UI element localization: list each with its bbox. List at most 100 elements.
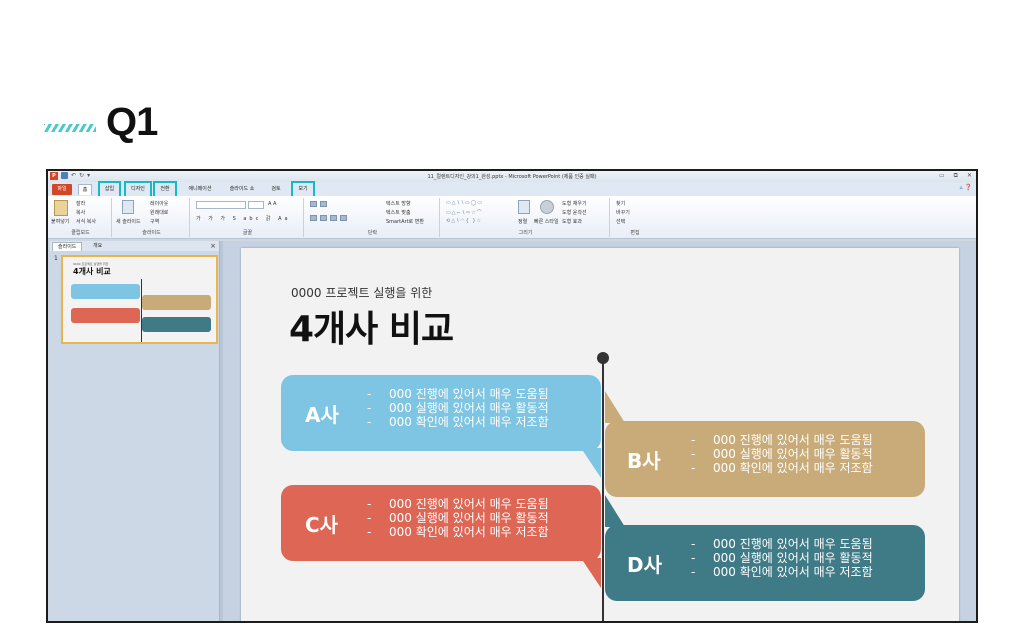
slide-canvas[interactable]: 0000 프로젝트 실행을 위한 4개사 비교 A사 000 진행에 있어서 매… xyxy=(241,248,959,621)
stripe-decoration xyxy=(44,123,96,132)
card-d-item: 000 진행에 있어서 매우 도움됨 xyxy=(691,537,873,551)
numbering-icon[interactable] xyxy=(320,201,327,207)
tab-animations[interactable]: 애니메이션 xyxy=(182,184,218,195)
card-a-item: 000 확인에 있어서 매우 저조함 xyxy=(367,415,549,429)
card-b-item: 000 실행에 있어서 매우 활동적 xyxy=(691,447,873,461)
paragraph-group-label: 단락 xyxy=(367,230,378,236)
drawing-group: ▭△∖∖▭◯▭ ▭△⌐∖⇨☆⌒ ⟲△∖◠{ }☆ 정렬 빠른 스타일 도형 채우… xyxy=(442,198,610,237)
card-a-name: A사 xyxy=(305,403,339,427)
tab-file[interactable]: 파일 xyxy=(52,184,72,195)
tab-home[interactable]: 홈 xyxy=(78,184,92,195)
thumb-card-d xyxy=(142,317,211,332)
card-b-item: 000 진행에 있어서 매우 도움됨 xyxy=(691,433,873,447)
minimize-button[interactable]: ▭ xyxy=(939,172,945,180)
tab-design[interactable]: 디자인 xyxy=(124,181,152,198)
card-c-list: 000 진행에 있어서 매우 도움됨 000 실행에 있어서 매우 활동적 00… xyxy=(367,497,549,539)
ribbon: 붙여넣기 잘라 복사 서식 복사 클립보드 새 슬라이드 레이아웃 원래대로 구… xyxy=(48,196,976,239)
card-a-tail xyxy=(581,448,601,478)
font-style-buttons[interactable]: 가 가 가 S abc 갉 Aa xyxy=(196,215,291,222)
paragraph-group: 텍스트 방향 텍스트 맞춤 SmartArt로 변환 단락 xyxy=(306,198,440,237)
paste-icon[interactable] xyxy=(54,200,68,216)
card-b[interactable]: B사 000 진행에 있어서 매우 도움됨 000 실행에 있어서 매우 활동적… xyxy=(605,421,925,497)
paste-button[interactable]: 붙여넣기 xyxy=(51,218,69,225)
justify-icon[interactable] xyxy=(340,215,347,221)
shapes-gallery-row2[interactable]: ▭△⌐∖⇨☆⌒ xyxy=(446,209,483,216)
thumb-card-a xyxy=(71,284,140,299)
slide-number: 1 xyxy=(54,255,58,262)
shapes-gallery-row3[interactable]: ⟲△∖◠{ }☆ xyxy=(446,218,482,224)
smartart-button[interactable]: SmartArt로 변환 xyxy=(386,218,424,225)
format-painter-button[interactable]: 서식 복사 xyxy=(76,218,96,225)
slides-pane: 슬라이드 개요 × 1 0000 프로젝트 실행을 위한 4개사 비교 xyxy=(50,241,220,621)
quick-styles-icon[interactable] xyxy=(540,200,554,214)
new-slide-button[interactable]: 새 슬라이드 xyxy=(116,218,141,225)
new-slide-icon[interactable] xyxy=(122,200,134,214)
section-button[interactable]: 구역 xyxy=(150,218,159,225)
slides-group-label: 슬라이드 xyxy=(142,230,161,236)
card-d-item: 000 실행에 있어서 매우 활동적 xyxy=(691,551,873,565)
card-a-list: 000 진행에 있어서 매우 도움됨 000 실행에 있어서 매우 활동적 00… xyxy=(367,387,549,429)
title-bar: P ↶ ↻ ▾ 11_컬렌트디자인_강의1_완성.pptx - Microsof… xyxy=(48,171,976,182)
tab-review[interactable]: 검토 xyxy=(268,184,284,195)
window-title: 11_컬렌트디자인_강의1_완성.pptx - Microsoft PowerP… xyxy=(427,174,597,180)
tab-outline[interactable]: 개요 xyxy=(88,242,107,251)
close-button[interactable]: ✕ xyxy=(967,172,972,180)
clipboard-group: 붙여넣기 잘라 복사 서식 복사 클립보드 xyxy=(50,198,112,237)
thumb-card-c xyxy=(71,308,140,323)
shapes-gallery[interactable]: ▭△∖∖▭◯▭ xyxy=(446,200,483,206)
card-d-list: 000 진행에 있어서 매우 도움됨 000 실행에 있어서 매우 활동적 00… xyxy=(691,537,873,579)
tab-slides[interactable]: 슬라이드 xyxy=(52,242,83,251)
shape-fill-button[interactable]: 도형 채우기 xyxy=(562,200,587,207)
arrange-button[interactable]: 정렬 xyxy=(518,218,527,225)
slides-group: 새 슬라이드 레이아웃 원래대로 구역 슬라이드 xyxy=(114,198,190,237)
card-c-item: 000 실행에 있어서 매우 활동적 xyxy=(367,511,549,525)
card-c-name: C사 xyxy=(305,513,339,537)
card-a[interactable]: A사 000 진행에 있어서 매우 도움됨 000 실행에 있어서 매우 활동적… xyxy=(281,375,601,451)
cut-button[interactable]: 잘라 xyxy=(76,200,85,207)
font-group: A A 가 가 가 S abc 갉 Aa 글꼴 xyxy=(192,198,304,237)
select-button[interactable]: 선택 xyxy=(616,218,625,225)
slide-subtitle[interactable]: 0000 프로젝트 실행을 위한 xyxy=(291,284,432,301)
tab-view[interactable]: 보기 xyxy=(291,181,315,198)
align-center-icon[interactable] xyxy=(320,215,327,221)
font-size-combo[interactable] xyxy=(248,201,264,209)
quick-styles-button[interactable]: 빠른 스타일 xyxy=(534,218,559,225)
shape-outline-button[interactable]: 도형 윤곽선 xyxy=(562,209,587,216)
copy-button[interactable]: 복사 xyxy=(76,209,85,216)
card-d[interactable]: D사 000 진행에 있어서 매우 도움됨 000 실행에 있어서 매우 활동적… xyxy=(605,525,925,601)
card-d-item: 000 확인에 있어서 매우 저조함 xyxy=(691,565,873,579)
ribbon-tabs: 파일 홈 삽입 디자인 전환 애니메이션 슬라이드 쇼 검토 보기 ▵ ❓ xyxy=(48,181,976,198)
font-size-buttons[interactable]: A A xyxy=(268,201,276,207)
card-b-tail xyxy=(605,391,625,423)
pane-close-icon[interactable]: × xyxy=(210,241,216,251)
align-right-icon[interactable] xyxy=(330,215,337,221)
tab-insert[interactable]: 삽입 xyxy=(98,181,121,198)
text-direction-button[interactable]: 텍스트 방향 xyxy=(386,200,411,207)
restore-button[interactable]: ⧉ xyxy=(954,172,958,180)
slide-title[interactable]: 4개사 비교 xyxy=(289,300,454,352)
drawing-group-label: 그리기 xyxy=(518,230,533,236)
bullets-icon[interactable] xyxy=(310,201,317,207)
slide-thumbnail[interactable]: 0000 프로젝트 실행을 위한 4개사 비교 xyxy=(61,255,218,344)
help-icon[interactable]: ▵ ❓ xyxy=(960,184,972,191)
arrange-icon[interactable] xyxy=(518,200,530,214)
timeline-line xyxy=(602,362,604,621)
align-text-button[interactable]: 텍스트 맞춤 xyxy=(386,209,411,216)
replace-button[interactable]: 바꾸기 xyxy=(616,209,630,216)
card-d-tail xyxy=(605,495,625,527)
card-b-name: B사 xyxy=(627,449,661,473)
align-left-icon[interactable] xyxy=(310,215,317,221)
card-c[interactable]: C사 000 진행에 있어서 매우 도움됨 000 실행에 있어서 매우 활동적… xyxy=(281,485,601,561)
clipboard-group-label: 클립보드 xyxy=(71,230,90,236)
powerpoint-window: P ↶ ↻ ▾ 11_컬렌트디자인_강의1_완성.pptx - Microsof… xyxy=(46,169,978,623)
tab-transitions[interactable]: 전환 xyxy=(153,181,177,198)
shape-effects-button[interactable]: 도형 효과 xyxy=(562,218,582,225)
layout-button[interactable]: 레이아웃 xyxy=(150,200,168,207)
thumb-card-b xyxy=(142,295,211,310)
find-button[interactable]: 찾기 xyxy=(616,200,625,207)
font-name-combo[interactable] xyxy=(196,201,246,209)
tab-slide-show[interactable]: 슬라이드 쇼 xyxy=(224,184,260,195)
reset-button[interactable]: 원래대로 xyxy=(150,209,168,216)
card-a-item: 000 진행에 있어서 매우 도움됨 xyxy=(367,387,549,401)
card-b-item: 000 확인에 있어서 매우 저조함 xyxy=(691,461,873,475)
